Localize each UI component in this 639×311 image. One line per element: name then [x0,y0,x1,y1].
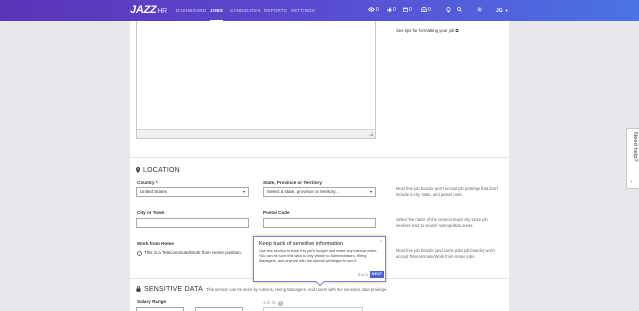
top-navigation-bar: JAZZHR DASHBOARD JOBS CANDIDATES REPORTS… [0,0,639,21]
user-menu[interactable]: JG ▼ [496,6,509,16]
calendar-icon[interactable]: 0 [403,6,412,15]
jazzhr-logo[interactable]: JAZZHR [130,4,167,17]
editor-status-bar [137,129,375,138]
inbox-icon[interactable]: 0 [421,6,431,15]
lightbulb-icon[interactable] [446,6,451,15]
need-help-tab[interactable]: Need help? ‹ [626,128,639,189]
resize-handle[interactable] [369,132,373,136]
postal-code-label: Postal Code [263,210,290,215]
location-section-title: LOCATION [136,166,180,175]
chevron-down-icon: ▼ [504,8,509,13]
nav-settings[interactable]: SETTINGS [291,0,315,21]
sensitive-data-note: This section can be seen by Admins, Hiri… [205,287,388,292]
tour-title: Keep track of sensitive information [259,241,344,247]
state-select[interactable]: Select a state, province or territory... [263,187,376,197]
state-label: State, Province or Territory [263,180,322,185]
formatting-tips-link[interactable]: See tips for formatting your job⧉ [396,28,459,33]
sensitive-data-section-title: SENSITIVE DATA This section can be seen b… [136,285,388,294]
work-from-home-label: Work from Home [137,241,174,246]
salary-max-input[interactable] [195,307,243,311]
city-input[interactable] [136,218,249,228]
country-select[interactable]: United States [136,187,249,197]
thumbs-up-icon[interactable]: 0 [387,6,396,15]
telecommute-radio[interactable] [137,251,142,256]
nav-jobs[interactable]: JOBS [210,0,224,21]
lock-icon [136,286,141,292]
tour-next-button[interactable]: NEXT [370,271,384,278]
section-divider [130,157,509,158]
external-link-icon: ⧉ [455,28,459,33]
nav-candidates[interactable]: CANDIDATES [230,0,261,21]
close-icon[interactable]: × [380,238,382,243]
eye-icon[interactable]: 0 [367,6,379,15]
search-icon[interactable] [457,6,462,15]
postal-code-input[interactable] [263,218,376,228]
country-label: Country * [137,180,158,185]
tour-popover: × Keep track of sensitive information Us… [253,236,386,287]
city-help-text: Select the name of the nearest major cit… [396,217,488,228]
job-id-input[interactable] [263,307,363,311]
city-label: City or Town [137,210,165,215]
tour-body: Use this section to track this job's bud… [259,249,378,264]
user-initials: JG [496,8,503,14]
nav-dashboard[interactable]: DASHBOARD [176,0,206,21]
question-icon[interactable]: ? [278,301,283,306]
dropdown-caret-icon [370,191,372,193]
dropdown-caret-icon [243,191,245,193]
job-id-label: Job ID? [263,300,283,306]
map-pin-icon [136,167,140,173]
state-help-text: Most free job boards won't accept job po… [396,186,498,197]
salary-min-input[interactable] [136,307,184,311]
work-from-home-help-text: Most free job boards (and some paid job … [396,248,495,259]
chevron-left-icon: ‹ [630,179,633,185]
gear-icon[interactable] [477,6,482,15]
salary-range-label: Salary Range [137,299,167,304]
nav-reports[interactable]: REPORTS [264,0,287,21]
tour-back-button[interactable]: BACK [358,273,369,277]
telecommute-option-label[interactable]: This is a Telecommute/Work from Home pos… [144,250,242,255]
job-description-editor[interactable] [136,21,376,139]
